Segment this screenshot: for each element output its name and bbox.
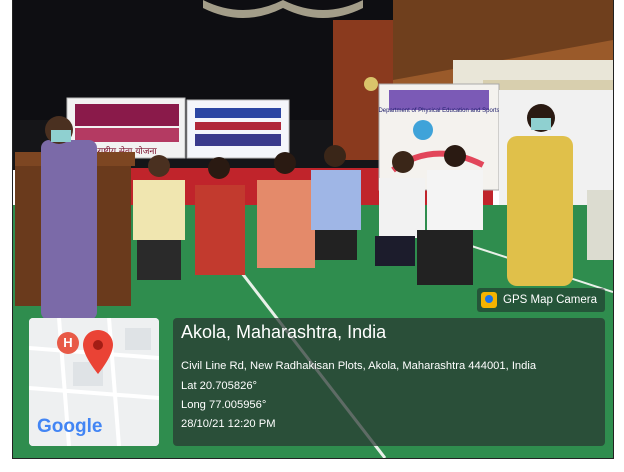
photo-frame: राष्ट्रीय सेवा योजना Department of Physi…: [12, 0, 614, 459]
gps-app-name: GPS Map Camera: [503, 294, 597, 306]
google-logo: Google: [37, 416, 102, 438]
map-thumbnail: H Google: [29, 318, 159, 446]
google-logo-text: Google: [37, 416, 103, 437]
hospital-marker-icon: H: [57, 332, 79, 354]
address-text: Civil Line Rd, New Radhakisan Plots, Ako…: [181, 360, 537, 372]
location-panel: Akola, Maharashtra, India Civil Line Rd,…: [173, 318, 605, 446]
datetime-text: 28/10/21 12:20 PM: [181, 418, 276, 430]
location-title: Akola, Maharashtra, India: [181, 322, 387, 342]
longitude-text: Long 77.005956°: [181, 399, 267, 411]
gps-camera-badge: GPS Map Camera: [477, 288, 605, 312]
gps-camera-icon: [481, 292, 498, 308]
map-pin-icon: [83, 330, 113, 374]
right-banner-heading: Department of Physical Education and Spo…: [378, 108, 499, 114]
latitude-text: Lat 20.705826°: [181, 380, 258, 392]
